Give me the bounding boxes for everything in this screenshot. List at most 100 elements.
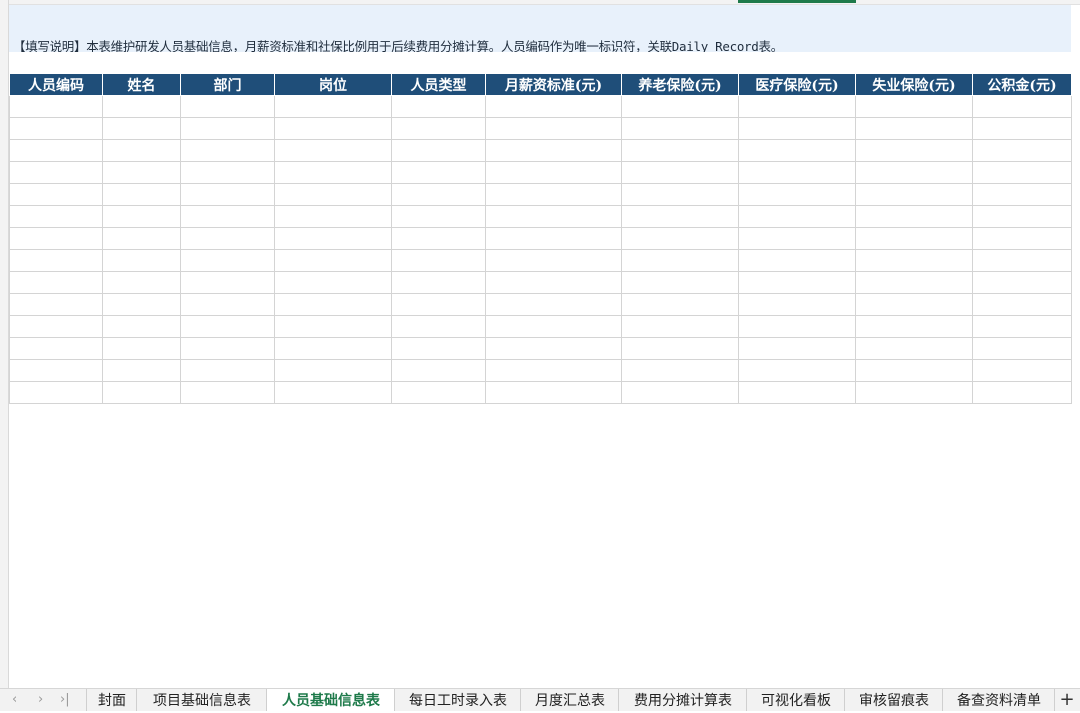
table-cell[interactable] [855,205,973,228]
table-cell[interactable] [972,117,1072,140]
table-cell[interactable] [9,249,103,272]
table-cell[interactable] [621,337,739,360]
table-cell[interactable] [274,183,392,206]
table-cell[interactable] [485,95,622,118]
column-header[interactable]: 部门 [180,74,275,96]
table-cell[interactable] [485,381,622,404]
table-cell[interactable] [972,227,1072,250]
table-cell[interactable] [621,359,739,382]
spreadsheet-area[interactable]: 【填写说明】本表维护研发人员基础信息，月薪资标准和社保比例用于后续费用分摊计算。… [0,0,1080,688]
table-cell[interactable] [102,293,181,316]
table-cell[interactable] [9,95,103,118]
sheet-tab[interactable]: 封面 [86,689,137,711]
table-cell[interactable] [9,183,103,206]
column-header[interactable]: 公积金(元) [972,74,1072,96]
table-cell[interactable] [972,337,1072,360]
column-header[interactable]: 养老保险(元) [621,74,739,96]
table-cell[interactable] [274,293,392,316]
table-cell[interactable] [485,249,622,272]
table-cell[interactable] [621,95,739,118]
table-cell[interactable] [391,95,486,118]
table-cell[interactable] [274,249,392,272]
table-cell[interactable] [855,271,973,294]
table-cell[interactable] [855,117,973,140]
table-cell[interactable] [621,271,739,294]
table-cell[interactable] [485,183,622,206]
table-cell[interactable] [972,271,1072,294]
table-cell[interactable] [391,183,486,206]
table-cell[interactable] [738,337,856,360]
table-cell[interactable] [391,315,486,338]
table-cell[interactable] [738,381,856,404]
table-cell[interactable] [180,227,275,250]
table-cell[interactable] [485,117,622,140]
sheet-tab[interactable]: 费用分摊计算表 [618,689,747,711]
prev-sheet-icon[interactable]: ‹ [12,689,17,711]
table-cell[interactable] [485,293,622,316]
table-cell[interactable] [391,227,486,250]
table-cell[interactable] [9,139,103,162]
table-cell[interactable] [274,139,392,162]
table-cell[interactable] [972,161,1072,184]
table-cell[interactable] [274,337,392,360]
table-cell[interactable] [855,183,973,206]
table-cell[interactable] [274,381,392,404]
sheet-tab[interactable]: 项目基础信息表 [136,689,267,711]
table-cell[interactable] [102,315,181,338]
table-cell[interactable] [180,293,275,316]
table-cell[interactable] [855,95,973,118]
table-cell[interactable] [391,249,486,272]
table-cell[interactable] [485,359,622,382]
table-cell[interactable] [738,183,856,206]
table-cell[interactable] [485,271,622,294]
table-cell[interactable] [274,315,392,338]
table-cell[interactable] [738,227,856,250]
table-cell[interactable] [738,293,856,316]
sheet-tab[interactable]: 人员基础信息表 [266,689,395,711]
sheet-tab[interactable]: 可视化看板 [746,689,845,711]
table-cell[interactable] [738,117,856,140]
table-cell[interactable] [855,293,973,316]
table-cell[interactable] [102,95,181,118]
table-cell[interactable] [391,161,486,184]
table-cell[interactable] [621,249,739,272]
table-cell[interactable] [102,337,181,360]
table-cell[interactable] [180,337,275,360]
table-cell[interactable] [621,315,739,338]
table-cell[interactable] [9,117,103,140]
table-cell[interactable] [102,249,181,272]
table-cell[interactable] [621,183,739,206]
table-cell[interactable] [855,139,973,162]
table-cell[interactable] [274,95,392,118]
table-cell[interactable] [972,95,1072,118]
table-cell[interactable] [738,315,856,338]
table-cell[interactable] [972,183,1072,206]
table-cell[interactable] [180,249,275,272]
column-header[interactable]: 人员编码 [9,74,103,96]
table-cell[interactable] [102,271,181,294]
table-cell[interactable] [102,359,181,382]
sheet-tab[interactable]: 每日工时录入表 [394,689,521,711]
table-cell[interactable] [972,205,1072,228]
next-sheet-icon[interactable]: › [38,689,43,711]
table-cell[interactable] [180,183,275,206]
table-cell[interactable] [972,315,1072,338]
table-cell[interactable] [102,227,181,250]
table-cell[interactable] [180,315,275,338]
table-cell[interactable] [972,359,1072,382]
table-cell[interactable] [621,293,739,316]
table-cell[interactable] [9,227,103,250]
table-cell[interactable] [485,227,622,250]
table-cell[interactable] [855,337,973,360]
last-sheet-icon[interactable]: ›| [60,689,70,711]
table-cell[interactable] [738,161,856,184]
table-cell[interactable] [738,271,856,294]
table-cell[interactable] [274,227,392,250]
column-header[interactable]: 岗位 [274,74,392,96]
table-cell[interactable] [621,205,739,228]
column-header[interactable]: 医疗保险(元) [738,74,856,96]
table-cell[interactable] [180,381,275,404]
table-cell[interactable] [180,117,275,140]
instruction-note[interactable]: 【填写说明】本表维护研发人员基础信息，月薪资标准和社保比例用于后续费用分摊计算。… [9,5,1071,54]
table-cell[interactable] [102,205,181,228]
